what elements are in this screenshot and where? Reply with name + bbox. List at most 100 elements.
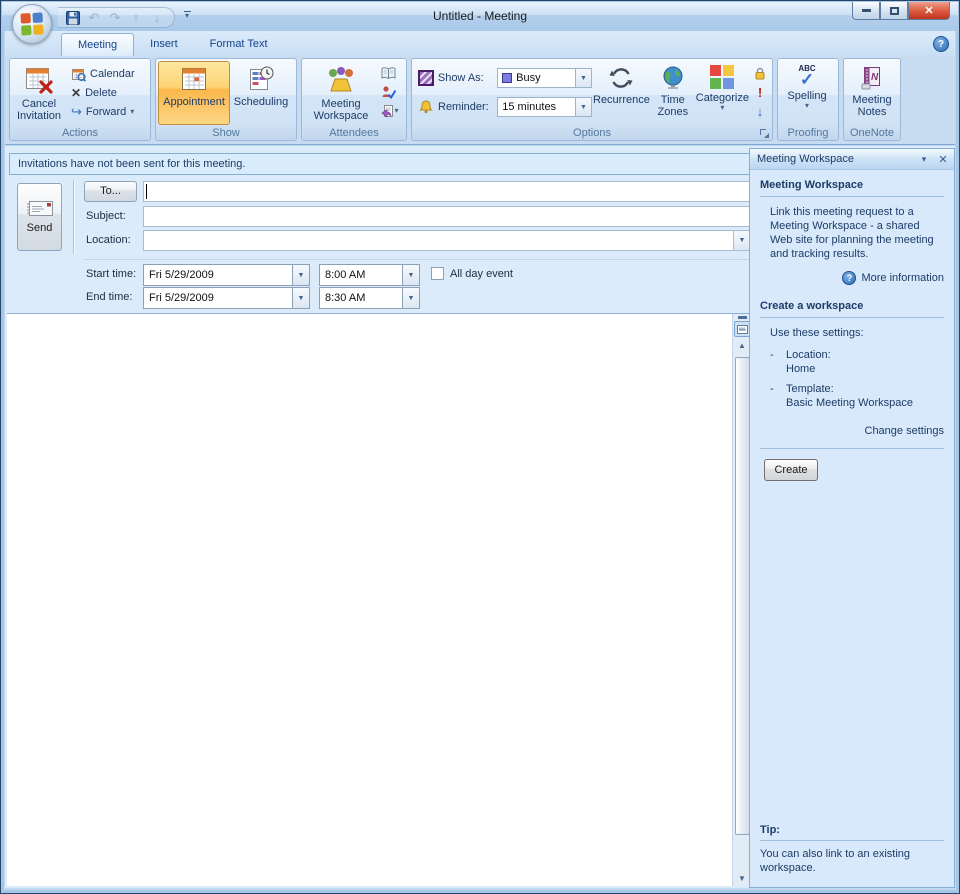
maximize-button[interactable]: [880, 2, 908, 20]
minimize-icon: [862, 9, 871, 12]
group-label-onenote: OneNote: [844, 126, 900, 140]
send-button[interactable]: Send: [17, 183, 62, 251]
all-day-checkbox[interactable]: [431, 267, 444, 280]
customize-qat-button[interactable]: ▾: [180, 11, 194, 18]
tab-meeting[interactable]: Meeting: [61, 33, 134, 56]
group-label-attendees: Attendees: [302, 126, 406, 140]
setting-location-value: Home: [786, 362, 815, 376]
time-zones-button[interactable]: Time Zones: [651, 61, 695, 125]
group-attendees: Meeting Workspace ▾ Attendees: [301, 58, 407, 141]
scheduling-button[interactable]: Scheduling: [230, 61, 292, 125]
spelling-abc-icon: ABC ✓: [798, 65, 815, 87]
next-item-icon[interactable]: ↓: [148, 9, 166, 26]
settings-intro: Use these settings:: [770, 326, 944, 340]
forward-icalendar-icon: [381, 104, 394, 118]
envelope-icon: [26, 200, 54, 217]
delete-button[interactable]: ✕ Delete: [68, 84, 146, 102]
reminder-label: Reminder:: [438, 101, 493, 113]
group-label-show: Show: [156, 126, 296, 140]
to-input[interactable]: [143, 181, 751, 202]
request-responses-button[interactable]: [379, 83, 397, 101]
pane-close-button[interactable]: ✕: [935, 151, 951, 167]
high-importance-button[interactable]: !: [751, 83, 769, 101]
all-day-label: All day event: [450, 268, 513, 280]
split-handle[interactable]: [738, 316, 747, 319]
calendar-button[interactable]: Calendar: [68, 65, 146, 83]
help-button[interactable]: ?: [933, 36, 949, 52]
message-body-area: ▲ ▼: [7, 313, 751, 886]
options-dialog-launcher[interactable]: [760, 129, 769, 138]
appointment-icon: [180, 65, 208, 93]
address-book-button[interactable]: [379, 64, 397, 82]
save-icon[interactable]: [64, 9, 82, 26]
appointment-button[interactable]: Appointment: [158, 61, 230, 125]
categorize-button[interactable]: Categorize ▾: [695, 61, 750, 125]
end-date-select[interactable]: Fri 5/29/2009 ▼: [143, 287, 310, 309]
tip-heading: Tip:: [760, 823, 944, 841]
scroll-down-button[interactable]: ▼: [734, 870, 751, 886]
forward-icon: ↪: [71, 104, 82, 120]
cancel-invitation-icon: [24, 65, 54, 95]
calendar-icon: [71, 67, 86, 82]
pane-description: Link this meeting request to a Meeting W…: [770, 205, 944, 261]
office-button[interactable]: [12, 4, 52, 44]
close-icon: ✕: [924, 4, 933, 17]
person-check-icon: [381, 85, 396, 99]
group-proofing: ABC ✓ Spelling ▾ Proofing: [777, 58, 839, 141]
quick-access-toolbar: ↶ ↷ ↑ ↓: [58, 7, 175, 28]
pane-header: Meeting Workspace ▾ ✕: [750, 149, 954, 170]
tab-format-text[interactable]: Format Text: [194, 33, 284, 56]
low-importance-button[interactable]: ↓: [751, 102, 769, 120]
meeting-workspace-pane: Meeting Workspace ▾ ✕ Meeting Workspace …: [749, 148, 955, 888]
start-date-select[interactable]: Fri 5/29/2009 ▼: [143, 264, 310, 286]
globe-icon: [660, 65, 686, 91]
change-settings-link[interactable]: Change settings: [865, 424, 945, 438]
chevron-down-icon: ▾: [720, 104, 724, 112]
undo-icon[interactable]: ↶: [85, 9, 103, 26]
group-options: Show As: Busy ▼ Reminder: 15 minutes ▼: [411, 58, 773, 141]
forward-icalendar-button[interactable]: ▾: [379, 102, 401, 120]
reminder-select[interactable]: 15 minutes ▼: [497, 97, 592, 117]
cancel-invitation-button[interactable]: Cancel Invitation: [12, 61, 66, 125]
pane-heading-workspace: Meeting Workspace: [760, 178, 944, 197]
close-button[interactable]: ✕: [908, 2, 950, 20]
location-input[interactable]: [143, 230, 751, 251]
pane-menu-button[interactable]: ▾: [916, 151, 932, 167]
scrollbar-thumb[interactable]: [735, 357, 750, 835]
office-logo-icon: [20, 12, 43, 35]
private-button[interactable]: [751, 64, 769, 82]
create-workspace-button[interactable]: Create: [764, 459, 818, 481]
tip-block: Tip: You can also link to an existing wo…: [760, 823, 944, 875]
location-field: ▼: [143, 230, 751, 251]
end-time-select[interactable]: 8:30 AM ▼: [319, 287, 420, 309]
start-time-select[interactable]: 8:00 AM ▼: [319, 264, 420, 286]
spelling-button[interactable]: ABC ✓ Spelling ▾: [780, 61, 834, 125]
meeting-notes-button[interactable]: N Meeting Notes: [846, 61, 898, 125]
svg-text:N: N: [871, 72, 879, 83]
scroll-up-button[interactable]: ▲: [734, 337, 751, 353]
to-button[interactable]: To...: [84, 181, 137, 202]
start-time-label: Start time:: [86, 268, 136, 280]
show-as-select[interactable]: Busy ▼: [497, 68, 592, 88]
more-information-link[interactable]: More information: [861, 271, 944, 285]
subject-input[interactable]: [143, 206, 751, 227]
forward-button[interactable]: ↪ Forward ▾: [68, 103, 146, 121]
reminder-bell-icon: [418, 99, 434, 115]
minimize-button[interactable]: [852, 2, 880, 20]
recurrence-button[interactable]: Recurrence: [592, 61, 651, 125]
message-body[interactable]: [7, 314, 732, 886]
chevron-down-icon: ▼: [575, 69, 591, 87]
setting-location: - Location:: [770, 348, 944, 362]
ribbon: Cancel Invitation Calendar ✕ Delete ↪ Fo…: [5, 56, 955, 145]
redo-icon[interactable]: ↷: [106, 9, 124, 26]
view-ruler-button[interactable]: [734, 321, 751, 337]
divider: [760, 448, 944, 449]
tip-text: You can also link to an existing workspa…: [760, 847, 944, 875]
previous-item-icon[interactable]: ↑: [127, 9, 145, 26]
meeting-workspace-button[interactable]: Meeting Workspace: [304, 61, 378, 125]
text-caret: [146, 184, 147, 199]
tab-insert[interactable]: Insert: [134, 33, 194, 56]
group-onenote: N Meeting Notes OneNote: [843, 58, 901, 141]
chevron-down-icon: ▾: [130, 108, 134, 116]
location-dropdown-button[interactable]: ▼: [733, 231, 750, 250]
